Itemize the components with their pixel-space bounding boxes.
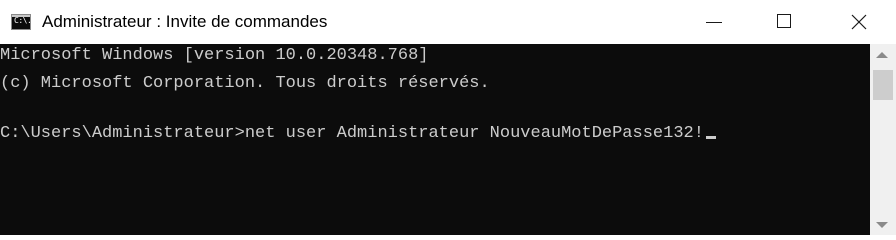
console-line-command: C:\Users\Administrateur>net user Adminis…: [0, 122, 716, 146]
close-icon: [851, 14, 867, 30]
maximize-icon: [777, 14, 791, 28]
scroll-down-arrow-icon[interactable]: [876, 222, 888, 228]
close-button[interactable]: [835, 0, 883, 44]
title-bar[interactable]: C:\. Administrateur : Invite de commande…: [0, 0, 896, 44]
console-line-copyright: (c) Microsoft Corporation. Tous droits r…: [0, 74, 490, 93]
console-output[interactable]: Microsoft Windows [version 10.0.20348.76…: [0, 44, 870, 235]
cmd-icon[interactable]: C:\.: [11, 14, 32, 30]
scroll-up-arrow-icon[interactable]: [876, 52, 888, 58]
scroll-thumb[interactable]: [873, 70, 893, 100]
minimize-button[interactable]: [690, 0, 738, 44]
command-text[interactable]: net user Administrateur NouveauMotDePass…: [245, 124, 704, 143]
maximize-button[interactable]: [760, 0, 808, 44]
window-title: Administrateur : Invite de commandes: [42, 12, 328, 31]
cmd-icon-glyph: C:\.: [14, 16, 32, 25]
text-cursor: [705, 136, 716, 139]
console-line-version: Microsoft Windows [version 10.0.20348.76…: [0, 46, 429, 65]
command-prompt-text: C:\Users\Administrateur>: [0, 124, 245, 143]
minimize-icon: [706, 22, 722, 23]
command-prompt-window: C:\. Administrateur : Invite de commande…: [0, 0, 896, 235]
vertical-scrollbar[interactable]: [870, 44, 896, 235]
